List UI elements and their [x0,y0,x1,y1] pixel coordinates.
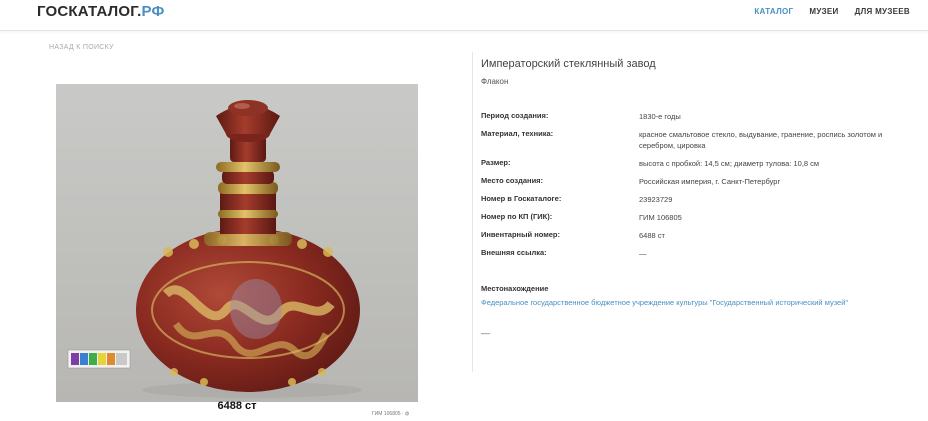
property-key: Место создания: [481,176,544,185]
item-title: Императорский стеклянный завод [481,58,656,70]
item-header: Императорский стеклянный завод Флакон [481,58,911,86]
property-value: ГИМ 106805 [639,213,682,222]
property-key: Период создания: [481,111,549,120]
property-key: Внешняя ссылка: [481,248,547,257]
logo-main-text: ГОСКАТАЛОГ. [37,3,142,20]
photo-caption: 6488 ст [217,400,257,412]
property-key: Номер в Госкаталоге: [481,194,562,203]
flacon-illustration [67,100,362,398]
nav-item-catalog[interactable]: КАТАЛОГ [754,7,793,16]
site-logo[interactable]: ГОСКАТАЛОГ.РФ [37,3,164,20]
property-key: Размер: [481,158,511,167]
back-to-search-link[interactable]: НАЗАД К ПОИСКУ [49,44,114,51]
footer-dash: — [481,328,490,338]
museum-link[interactable]: Федеральное государственное бюджетное уч… [481,298,911,307]
property-value: 1830-е годы [639,112,681,121]
nav-item-for-museums[interactable]: ДЛЯ МУЗЕЕВ [855,7,910,16]
property-value: красное смальтовое стекло, выдувание, гр… [639,130,883,150]
property-key: Номер по КП (ГИК): [481,212,553,221]
location-label: Местонахождение [481,284,549,293]
property-value: высота с пробкой: 14,5 см; диаметр тулов… [639,159,820,168]
item-photo[interactable] [56,84,418,402]
location-section: Местонахождение Федеральное государствен… [481,284,911,307]
logo-suffix-text: РФ [141,3,165,20]
nav-item-museums[interactable]: МУЗЕИ [809,7,838,16]
property-key: Инвентарный номер: [481,230,560,239]
property-value: — [639,249,647,258]
column-divider [472,52,473,372]
main-nav: КАТАЛОГ МУЗЕИ ДЛЯ МУЗЕЕВ [754,7,910,16]
item-subtitle: Флакон [481,77,509,86]
property-value: 6488 ст [639,231,665,240]
top-navigation-bar: ГОСКАТАЛОГ.РФ КАТАЛОГ МУЗЕИ ДЛЯ МУЗЕЕВ [0,0,928,31]
photo-small-note: ГИМ 106805 · ф [372,411,410,417]
property-key: Материал, техника: [481,129,554,138]
property-value: 23923729 [639,195,673,204]
property-value: Российская империя, г. Санкт-Петербург [639,177,781,186]
